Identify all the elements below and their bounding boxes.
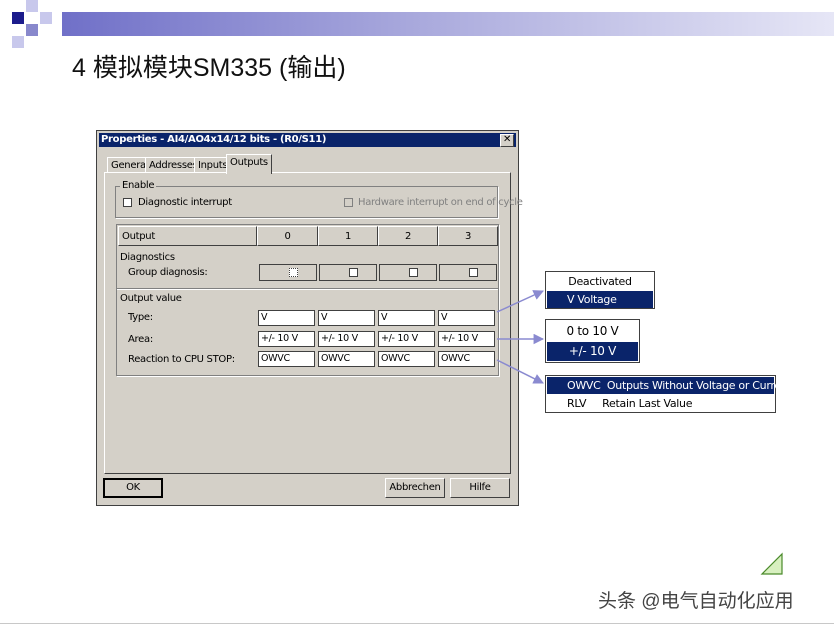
watermark-text: 头条 @电气自动化应用 <box>598 591 794 612</box>
corner-triangle-icon <box>760 552 783 575</box>
connector-arrows <box>496 290 545 384</box>
reaction-arrow <box>496 359 544 384</box>
type-option-deactivated[interactable]: Deactivated <box>547 273 653 290</box>
bottom-divider <box>0 623 834 624</box>
type-arrow <box>496 290 544 313</box>
area-option-pm10v[interactable]: +/- 10 V <box>547 342 638 361</box>
type-dropdown-list: Deactivated V Voltage <box>545 271 655 309</box>
reaction-dropdown-list: OWVC Outputs Without Voltage or Current … <box>545 375 792 413</box>
reaction-option-rlv[interactable]: RLV Retain Last Value <box>547 395 774 412</box>
area-dropdown-list: 0 to 10 V +/- 10 V <box>545 319 640 363</box>
area-option-0-10v[interactable]: 0 to 10 V <box>547 322 638 341</box>
tab-outputs[interactable]: Outputs <box>226 154 272 174</box>
type-option-voltage[interactable]: V Voltage <box>547 291 653 308</box>
reaction-option-owvc[interactable]: OWVC Outputs Without Voltage or Current <box>547 377 792 394</box>
